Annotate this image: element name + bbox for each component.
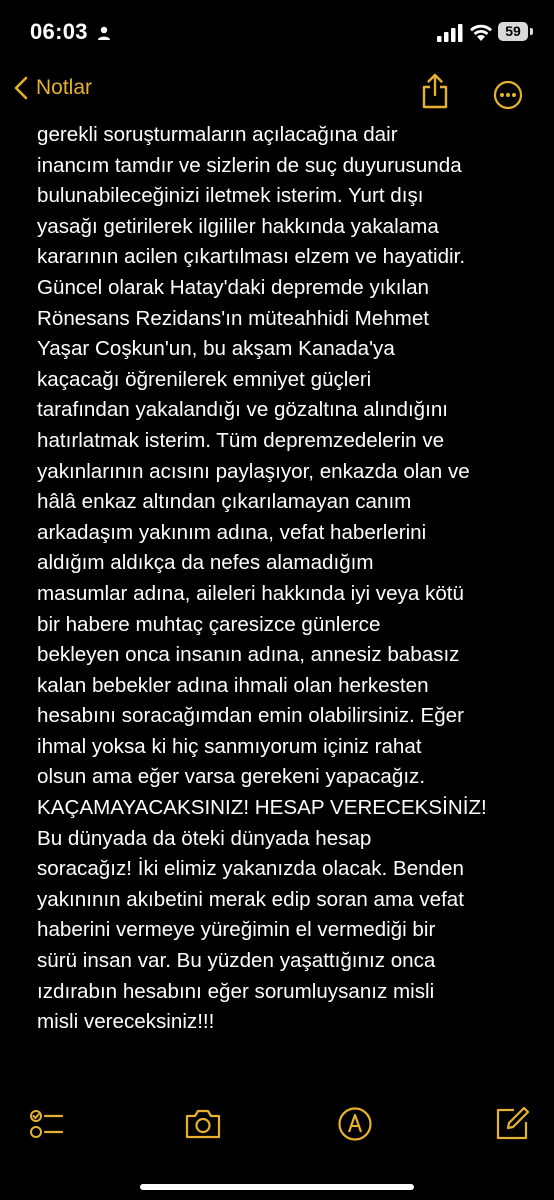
note-line: Rönesans Rezidans'ın müteahhidi Mehmet bbox=[37, 306, 429, 330]
note-line: yakınlarının acısını paylaşıyor, enkazda… bbox=[37, 459, 470, 483]
checklist-icon[interactable] bbox=[28, 1106, 64, 1142]
battery-tip bbox=[530, 28, 533, 35]
status-bar: 06:03 59 bbox=[0, 0, 554, 60]
markup-pen-icon[interactable] bbox=[337, 1106, 373, 1142]
back-button[interactable]: Notlar bbox=[14, 76, 92, 100]
note-line: yasağı getirilerek ilgililer hakkında ya… bbox=[37, 214, 439, 238]
person-icon bbox=[98, 26, 110, 40]
note-line: haberini vermeye yüreğimin el vermediği … bbox=[37, 918, 436, 942]
note-line: yakınının akıbetini merak edip soran ama… bbox=[37, 887, 464, 911]
note-line: masumlar adına, aileleri hakkında iyi ve… bbox=[37, 581, 464, 605]
note-line: ızdırabın hesabını eğer sorumluysanız mi… bbox=[37, 979, 435, 1003]
bottom-toolbar bbox=[0, 1106, 554, 1146]
note-line: misli vereceksiniz!!! bbox=[37, 1010, 215, 1034]
note-line: hâlâ enkaz altından çıkarılamayan canım bbox=[37, 490, 412, 514]
camera-icon[interactable] bbox=[184, 1106, 222, 1142]
compose-icon[interactable] bbox=[494, 1106, 530, 1142]
note-line: kararının acilen çıkartılması elzem ve h… bbox=[37, 245, 466, 269]
home-indicator[interactable] bbox=[140, 1184, 414, 1190]
note-line: sürü insan var. Bu yüzden yaşattığınız o… bbox=[37, 949, 436, 973]
note-line: aldığım aldıkça da nefes alamadığım bbox=[37, 551, 374, 575]
battery-icon: 59 bbox=[498, 22, 528, 41]
note-line: ihmal yoksa ki hiç sanmıyorum içiniz rah… bbox=[37, 734, 422, 758]
note-line: gerekli soruşturmaların açılacağına dair bbox=[37, 123, 398, 146]
back-button-label: Notlar bbox=[36, 76, 93, 99]
note-line: Yaşar Coşkun'un, bu akşam Kanada'ya bbox=[37, 337, 395, 361]
note-line: hesabını soracağımdan emin olabilirsiniz… bbox=[37, 704, 464, 728]
note-line: bir habere muhtaç çaresizce günlerce bbox=[37, 612, 381, 636]
note-line: soracağız! İki elimiz yakanızda olacak. … bbox=[37, 857, 464, 881]
note-line: Güncel olarak Hatay'daki depremde yıkıla… bbox=[37, 275, 429, 299]
note-line: bulunabileceğinizi iletmek isterim. Yurt… bbox=[37, 184, 424, 208]
note-line: kaçacağı öğrenilerek emniyet güçleri bbox=[37, 367, 372, 391]
status-time: 06:03 bbox=[30, 19, 88, 44]
note-body[interactable]: gerekli soruşturmaların açılacağına dair… bbox=[37, 120, 547, 1038]
wifi-icon bbox=[470, 24, 492, 41]
note-line: KAÇAMAYACAKSINIZ! HESAP VERECEKSİNİZ! bbox=[37, 796, 487, 820]
share-icon[interactable] bbox=[420, 73, 450, 109]
note-line: inancım tamdır ve sizlerin de suç duyuru… bbox=[37, 153, 462, 177]
note-line: kalan bebekler adına ihmali olan herkest… bbox=[37, 673, 429, 697]
note-line: tarafından yakalandığı ve gözaltına alın… bbox=[37, 398, 449, 422]
cellular-signal-icon bbox=[437, 24, 463, 42]
note-line: hatırlatmak isterim. Tüm depremzedelerin… bbox=[37, 428, 445, 452]
note-line: Bu dünyada da öteki dünyada hesap bbox=[37, 826, 372, 850]
chevron-left-icon bbox=[14, 76, 28, 100]
more-icon[interactable] bbox=[493, 80, 523, 110]
note-line: olsun ama eğer varsa gerekeni yapacağız. bbox=[37, 765, 426, 789]
note-line: bekleyen onca insanın adına, annesiz bab… bbox=[37, 643, 460, 667]
note-line: arkadaşım yakınım adına, vefat haberleri… bbox=[37, 520, 427, 544]
